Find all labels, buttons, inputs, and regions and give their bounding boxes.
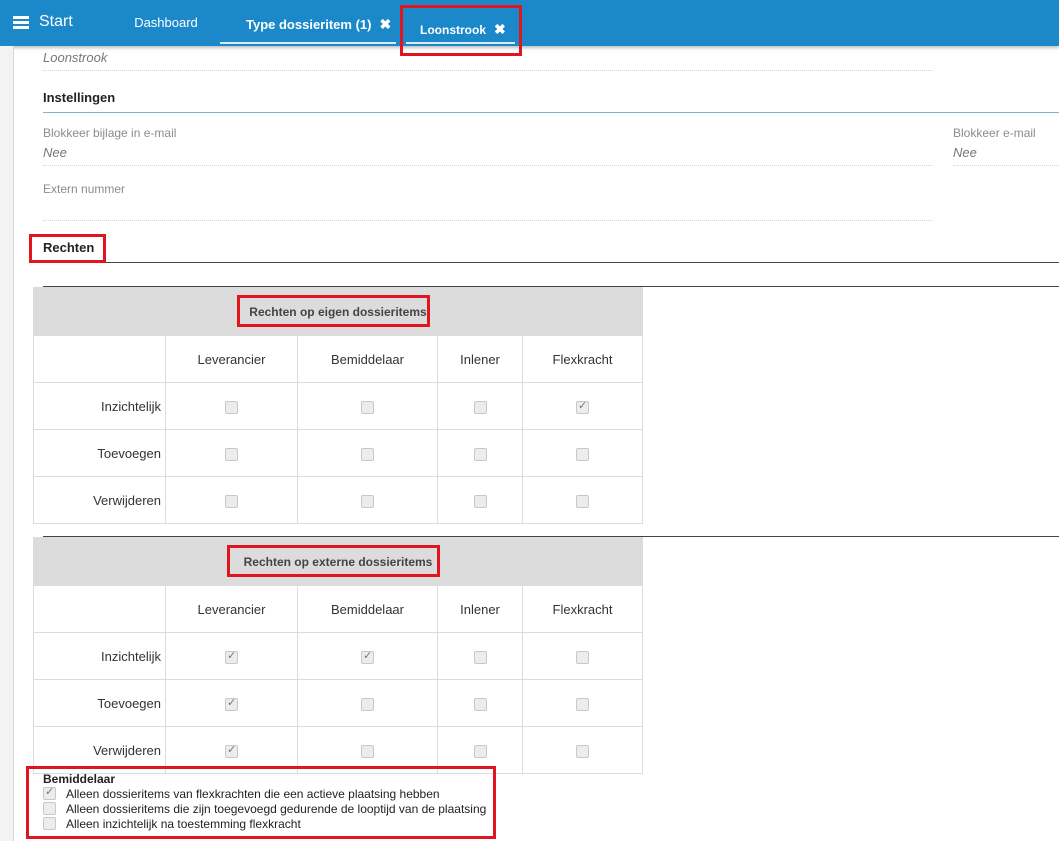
highlight-box-table-title xyxy=(237,295,430,327)
field-label-extern-nummer: Extern nummer xyxy=(43,182,126,196)
checkbox-cell xyxy=(297,632,438,680)
divider xyxy=(43,165,933,166)
hamburger-menu-icon[interactable] xyxy=(13,16,29,29)
close-icon[interactable]: ✖ xyxy=(379,16,391,32)
highlight-box-bemiddelaar xyxy=(26,766,496,839)
permission-checkbox[interactable] xyxy=(576,697,589,711)
left-rail xyxy=(0,46,14,841)
permission-checkbox[interactable] xyxy=(576,399,589,414)
divider xyxy=(43,70,933,71)
checkbox-cell xyxy=(297,382,438,430)
column-header: Flexkracht xyxy=(522,335,643,383)
tab-type-dossieritem[interactable]: Type dossieritem (1) ✖ xyxy=(220,0,396,44)
top-navigation-bar: Start Dashboard Type dossieritem (1) ✖ Lo… xyxy=(0,0,1059,46)
field-label-blokkeer-email: Blokkeer e-mail xyxy=(953,126,1036,140)
empty-header-cell xyxy=(33,585,166,633)
checkbox-cell xyxy=(165,476,298,524)
permission-checkbox[interactable] xyxy=(225,494,238,508)
permission-checkbox[interactable] xyxy=(225,447,238,461)
column-header: Inlener xyxy=(437,335,523,383)
table-row: Inzichtelijk xyxy=(33,632,643,680)
tab-dashboard-label: Dashboard xyxy=(134,15,198,30)
tab-dashboard[interactable]: Dashboard xyxy=(120,0,212,46)
highlight-box-rechten xyxy=(29,234,106,263)
checkbox-cell xyxy=(297,476,438,524)
highlight-box-table-title xyxy=(227,545,440,577)
permission-checkbox[interactable] xyxy=(361,649,374,664)
permission-checkbox[interactable] xyxy=(473,697,487,711)
permission-checkbox[interactable] xyxy=(473,447,487,461)
checkbox-cell xyxy=(165,632,298,680)
permission-checkbox[interactable] xyxy=(473,400,487,414)
permission-checkbox[interactable] xyxy=(225,743,238,758)
section-title-instellingen: Instellingen xyxy=(43,90,116,105)
checkbox-cell xyxy=(297,679,438,727)
checkbox-cell xyxy=(522,632,643,680)
row-label: Inzichtelijk xyxy=(33,632,166,680)
permission-checkbox[interactable] xyxy=(361,447,374,461)
column-header: Inlener xyxy=(437,585,523,633)
permission-checkbox[interactable] xyxy=(361,744,374,758)
checkbox-cell xyxy=(522,476,643,524)
permission-checkbox[interactable] xyxy=(225,400,238,414)
table-row: Inzichtelijk xyxy=(33,382,643,430)
checkbox-cell xyxy=(437,429,523,477)
checkbox-cell xyxy=(437,679,523,727)
permission-checkbox[interactable] xyxy=(576,650,589,664)
divider xyxy=(953,165,1059,166)
checkbox-cell xyxy=(522,382,643,430)
checkbox-cell xyxy=(522,679,643,727)
permission-checkbox[interactable] xyxy=(361,494,374,508)
table-row: Toevoegen xyxy=(33,679,643,727)
table-row: Verwijderen xyxy=(33,476,643,524)
column-header: Leverancier xyxy=(165,335,298,383)
checkbox-cell xyxy=(522,429,643,477)
permission-checkbox[interactable] xyxy=(473,650,487,664)
column-header: Bemiddelaar xyxy=(297,585,438,633)
field-value-blokkeer-email[interactable]: Nee xyxy=(953,145,977,160)
checkbox-cell xyxy=(437,476,523,524)
section-divider xyxy=(43,112,1059,113)
row-label: Inzichtelijk xyxy=(33,382,166,430)
checkbox-cell xyxy=(297,429,438,477)
checkbox-cell xyxy=(165,679,298,727)
field-label-blokkeer-bijlage: Blokkeer bijlage in e-mail xyxy=(43,126,177,140)
permission-checkbox[interactable] xyxy=(361,400,374,414)
highlight-box-tab xyxy=(400,5,522,56)
column-header: Leverancier xyxy=(165,585,298,633)
start-menu-label[interactable]: Start xyxy=(39,13,73,31)
extern-nummer-field[interactable] xyxy=(43,220,933,221)
row-label: Toevoegen xyxy=(33,679,166,727)
name-value: Loonstrook xyxy=(43,50,108,65)
permission-checkbox[interactable] xyxy=(225,649,238,664)
field-value-blokkeer-bijlage[interactable]: Nee xyxy=(43,145,67,160)
permission-checkbox[interactable] xyxy=(361,697,374,711)
section-divider xyxy=(106,262,1059,263)
permission-checkbox[interactable] xyxy=(576,494,589,508)
checkbox-cell xyxy=(437,632,523,680)
row-label: Verwijderen xyxy=(33,476,166,524)
permission-checkbox[interactable] xyxy=(576,744,589,758)
checkbox-cell xyxy=(437,382,523,430)
table-row: Toevoegen xyxy=(33,429,643,477)
row-label: Toevoegen xyxy=(33,429,166,477)
column-header: Flexkracht xyxy=(522,585,643,633)
permission-checkbox[interactable] xyxy=(473,744,487,758)
checkbox-cell xyxy=(165,382,298,430)
permission-checkbox[interactable] xyxy=(473,494,487,508)
permission-checkbox[interactable] xyxy=(576,447,589,461)
checkbox-cell xyxy=(165,429,298,477)
empty-header-cell xyxy=(33,335,166,383)
checkbox-cell xyxy=(522,726,643,774)
column-header: Bemiddelaar xyxy=(297,335,438,383)
tab-type-dossieritem-label: Type dossieritem (1) xyxy=(246,17,372,32)
permission-checkbox[interactable] xyxy=(225,696,238,711)
